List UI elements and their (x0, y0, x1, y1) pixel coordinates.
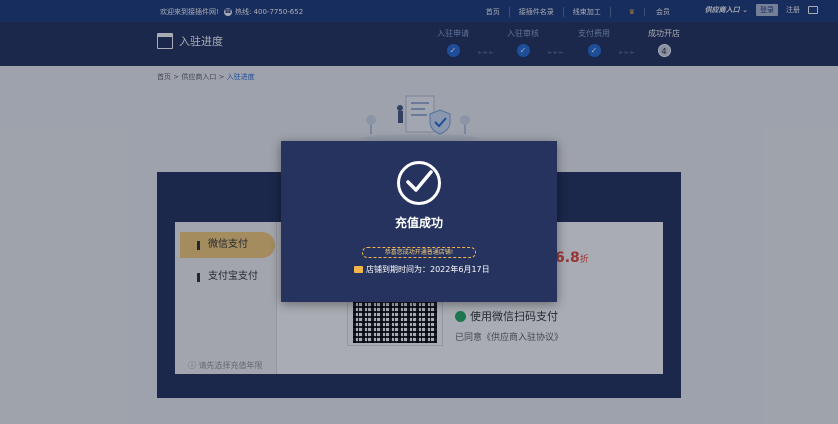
modal-title: 充值成功 (394, 216, 443, 230)
success-check-icon (397, 161, 441, 205)
modal-expire: 店铺到期时间为：2022年6月17日 (354, 264, 490, 275)
modal-expire-text: 店铺到期时间为：2022年6月17日 (366, 265, 490, 274)
shop-icon (354, 266, 363, 273)
modal-notice: 恭喜您成功开通普通店铺! (362, 247, 476, 258)
success-modal: 充值成功 恭喜您成功开通普通店铺! 店铺到期时间为：2022年6月17日 (281, 141, 557, 302)
